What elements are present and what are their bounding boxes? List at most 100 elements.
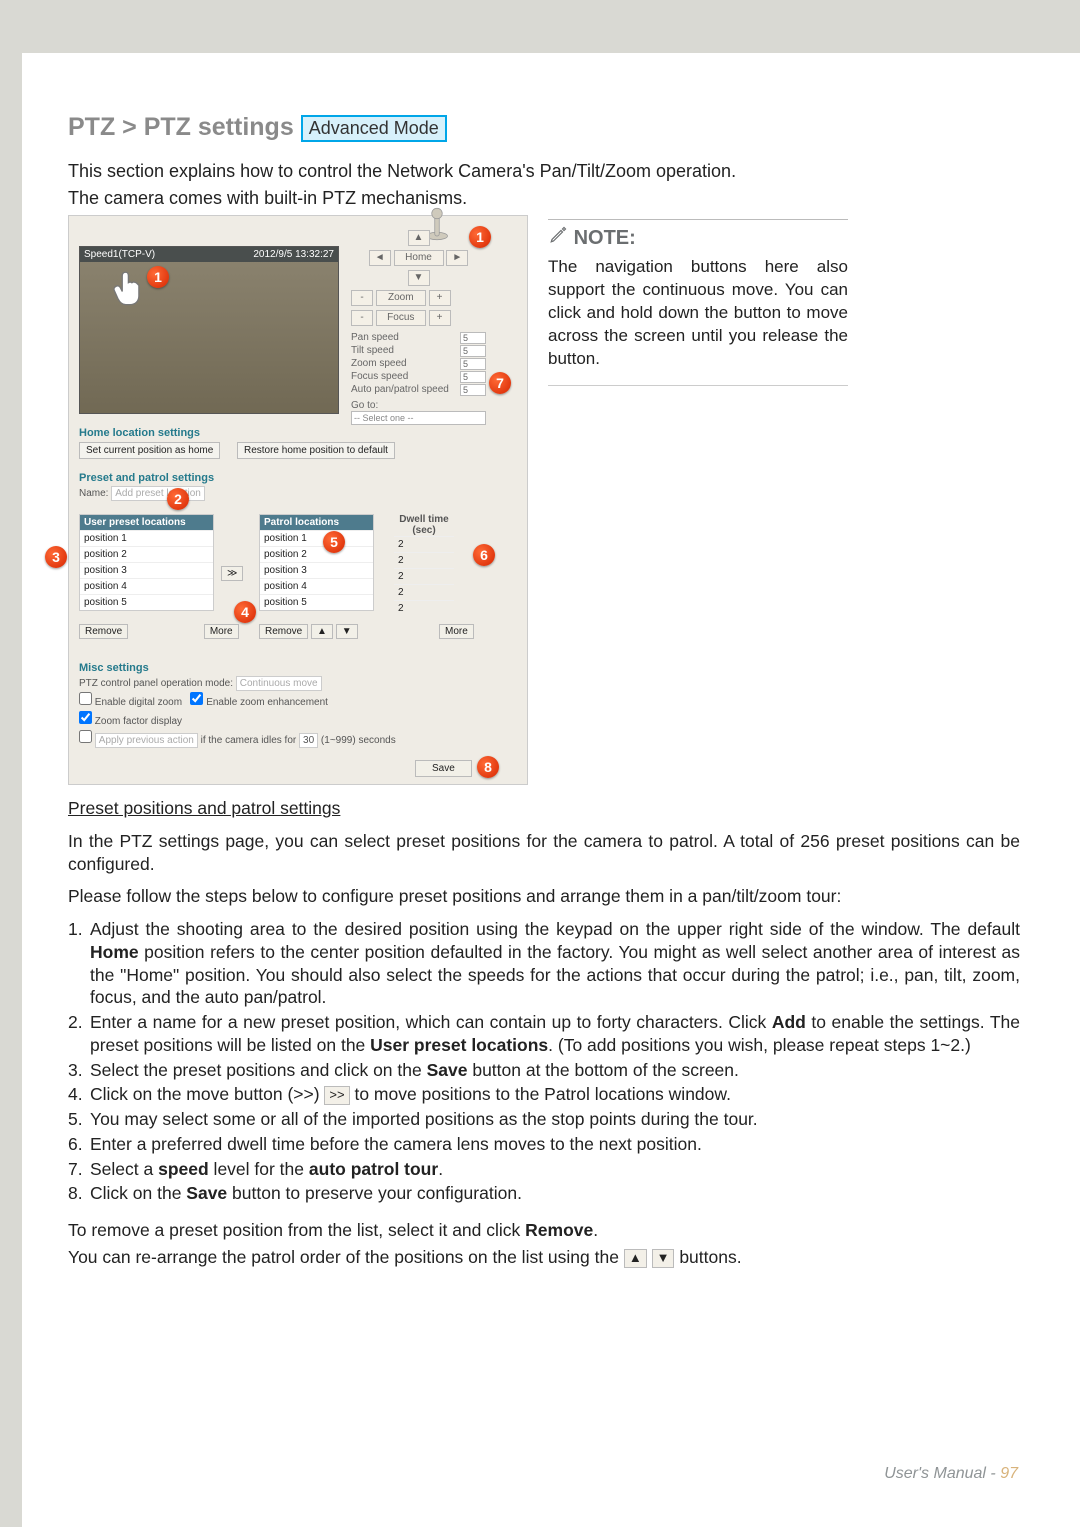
patrol-up-button[interactable]: ▲ <box>311 624 333 639</box>
patrol-down-button[interactable]: ▼ <box>336 624 358 639</box>
step-4: 4.Click on the move button (>>) >> to mo… <box>68 1083 1020 1106</box>
zoom-speed-label: Zoom speed <box>351 358 407 370</box>
note-divider <box>548 385 848 386</box>
patrol-list[interactable]: Patrol locations position 1 position 2 p… <box>259 514 374 611</box>
focus-far-button[interactable]: + <box>429 310 451 326</box>
dwell-value[interactable]: 2 <box>394 584 454 600</box>
left-gutter <box>0 53 22 1527</box>
page-title: PTZ > PTZ settings Advanced Mode <box>68 113 1020 142</box>
zoom-speed-select[interactable]: 5 <box>460 358 486 370</box>
tilt-speed-select[interactable]: 5 <box>460 345 486 357</box>
auto-speed-label: Auto pan/patrol speed <box>351 384 449 396</box>
nav-up-button[interactable]: ▲ <box>408 230 430 246</box>
idle-seconds-input[interactable]: 30 <box>299 733 318 748</box>
section2-intro: In the PTZ settings page, you can select… <box>68 830 1020 876</box>
nav-home-button[interactable]: Home <box>394 250 444 266</box>
dwell-value[interactable]: 2 <box>394 568 454 584</box>
enable-zoom-enhancement-label: Enable zoom enhancement <box>206 697 328 708</box>
enable-zoom-enhancement-checkbox[interactable] <box>190 692 203 705</box>
callout-1a: 1 <box>469 226 491 248</box>
focus-near-button[interactable]: - <box>351 310 373 326</box>
section2-lead: Please follow the steps below to configu… <box>68 885 1020 908</box>
save-button[interactable]: Save <box>415 760 472 777</box>
list-item[interactable]: position 4 <box>260 578 373 594</box>
step-7: 7.Select a speed level for the auto patr… <box>68 1158 1020 1181</box>
callout-2: 2 <box>167 488 189 510</box>
zoom-out-button[interactable]: - <box>351 290 373 306</box>
apply-previous-action-select[interactable]: Apply previous action <box>95 733 198 748</box>
list-item[interactable]: position 5 <box>260 594 373 610</box>
callout-1b: 1 <box>147 266 169 288</box>
dwell-more-button[interactable]: More <box>439 624 474 639</box>
pan-speed-label: Pan speed <box>351 332 399 344</box>
enable-digital-zoom-checkbox[interactable] <box>79 692 92 705</box>
list-item[interactable]: position 3 <box>80 562 213 578</box>
ptz-mode-select[interactable]: Continuous move <box>236 676 322 691</box>
ptz-settings-figure: Speed1(TCP-V) 2012/9/5 13:32:27 ▲ ◄ Home <box>68 215 528 785</box>
patrol-header: Patrol locations <box>260 515 373 530</box>
dwell-value[interactable]: 2 <box>394 536 454 552</box>
misc-section-title: Misc settings <box>79 662 517 674</box>
tilt-speed-label: Tilt speed <box>351 345 394 357</box>
list-item[interactable]: position 2 <box>260 546 373 562</box>
callout-7: 7 <box>489 372 511 394</box>
zoom-in-button[interactable]: + <box>429 290 451 306</box>
move-to-patrol-button[interactable]: ≫ <box>221 566 243 581</box>
preset-more-button[interactable]: More <box>204 624 239 639</box>
apply-previous-action-checkbox[interactable] <box>79 730 92 743</box>
list-item[interactable]: position 1 <box>260 530 373 546</box>
advanced-mode-badge: Advanced Mode <box>301 115 447 142</box>
pan-speed-select[interactable]: 5 <box>460 332 486 344</box>
callout-6: 6 <box>473 544 495 566</box>
zoom-factor-display-label: Zoom factor display <box>95 716 182 727</box>
goto-select[interactable]: -- Select one -- <box>351 411 486 425</box>
top-gutter <box>0 0 1080 53</box>
step-1: 1.Adjust the shooting area to the desire… <box>68 918 1020 1009</box>
ptz-mode-label: PTZ control panel operation mode: <box>79 678 233 689</box>
step-3: 3.Select the preset positions and click … <box>68 1059 1020 1082</box>
preset-name-input[interactable]: Add preset location <box>111 486 205 501</box>
up-button-inline: ▲ <box>624 1249 647 1268</box>
remove-note-before: To remove a preset position from the lis… <box>68 1220 525 1240</box>
step-6: 6.Enter a preferred dwell time before th… <box>68 1133 1020 1156</box>
list-item[interactable]: position 4 <box>80 578 213 594</box>
step-5: 5.You may select some or all of the impo… <box>68 1108 1020 1131</box>
step-2: 2.Enter a name for a new preset position… <box>68 1011 1020 1057</box>
note-body: The navigation buttons here also support… <box>548 256 848 371</box>
intro-line-2: The camera comes with built-in PTZ mecha… <box>68 187 1020 210</box>
stream-name: Speed1(TCP-V) <box>84 249 155 260</box>
nav-left-button[interactable]: ◄ <box>369 250 391 266</box>
callout-8: 8 <box>477 756 499 778</box>
idle-label: if the camera idles for <box>201 735 297 746</box>
callout-5: 5 <box>323 531 345 553</box>
zoom-label: Zoom <box>376 290 426 306</box>
callout-3: 3 <box>45 546 67 568</box>
idle-unit-label: (1~999) seconds <box>321 735 396 746</box>
live-video-box: Speed1(TCP-V) 2012/9/5 13:32:27 <box>79 246 339 414</box>
nav-right-button[interactable]: ► <box>446 250 468 266</box>
step-8: 8.Click on the Save button to preserve y… <box>68 1182 1020 1205</box>
pencil-icon <box>548 226 568 250</box>
restore-home-button[interactable]: Restore home position to default <box>237 442 395 459</box>
preset-name-label: Name: <box>79 488 108 499</box>
home-section-title: Home location settings <box>79 427 517 439</box>
focus-speed-label: Focus speed <box>351 371 408 383</box>
list-item[interactable]: position 3 <box>260 562 373 578</box>
dwell-value[interactable]: 2 <box>394 552 454 568</box>
move-button-inline: >> <box>324 1086 349 1105</box>
stream-timestamp: 2012/9/5 13:32:27 <box>253 249 334 260</box>
zoom-factor-display-checkbox[interactable] <box>79 711 92 724</box>
dwell-value[interactable]: 2 <box>394 600 454 616</box>
steps-list: 1.Adjust the shooting area to the desire… <box>68 918 1020 1205</box>
auto-speed-select[interactable]: 5 <box>460 384 486 396</box>
focus-speed-select[interactable]: 5 <box>460 371 486 383</box>
patrol-remove-button[interactable]: Remove <box>259 624 308 639</box>
page-number: 97 <box>1000 1465 1018 1482</box>
nav-down-button[interactable]: ▼ <box>408 270 430 286</box>
set-home-button[interactable]: Set current position as home <box>79 442 220 459</box>
preset-remove-button[interactable]: Remove <box>79 624 128 639</box>
list-item[interactable]: position 2 <box>80 546 213 562</box>
user-preset-list[interactable]: User preset locations position 1 positio… <box>79 514 214 611</box>
list-item[interactable]: position 1 <box>80 530 213 546</box>
list-item[interactable]: position 5 <box>80 594 213 610</box>
